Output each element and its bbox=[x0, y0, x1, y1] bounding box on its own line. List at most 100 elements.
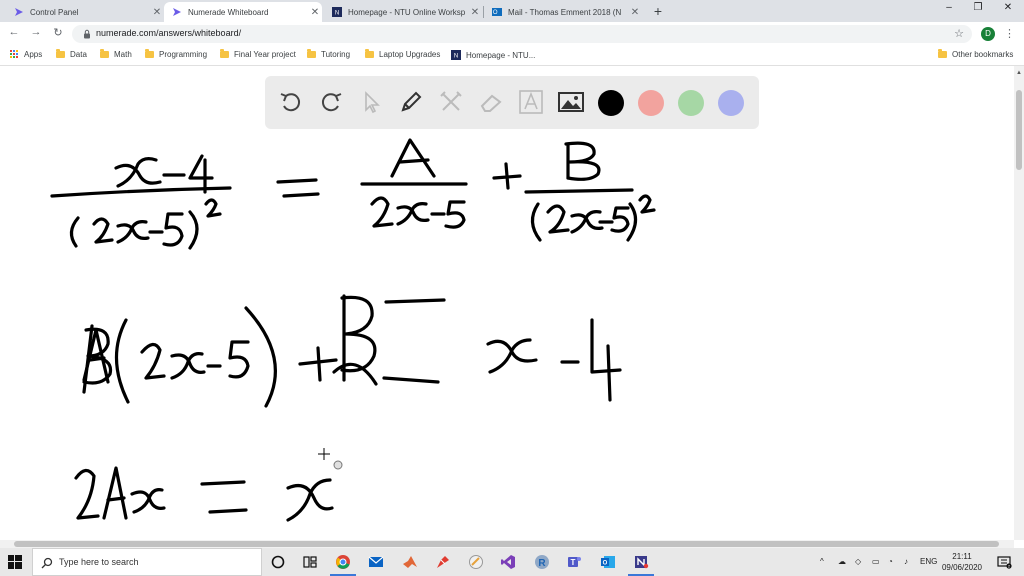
pen-icon[interactable] bbox=[397, 88, 425, 116]
paint-icon[interactable] bbox=[435, 554, 451, 570]
windows-start-icon[interactable] bbox=[8, 555, 22, 569]
bookmark-label: Apps bbox=[24, 50, 43, 59]
bookmark-label: Other bookmarks bbox=[952, 50, 1014, 59]
bookmark-laptop-upgrades[interactable]: Laptop Upgrades bbox=[365, 49, 441, 59]
bookmark-apps[interactable]: Apps bbox=[10, 50, 42, 59]
menu-kebab-icon[interactable]: ⋮ bbox=[1004, 27, 1015, 40]
folder-icon bbox=[307, 49, 316, 58]
close-tab-icon[interactable]: ✕ bbox=[150, 7, 164, 18]
ntu-icon: N bbox=[451, 50, 461, 60]
address-bar[interactable]: numerade.com/answers/whiteboard/ ☆ bbox=[72, 25, 972, 43]
bookmark-math[interactable]: Math bbox=[100, 49, 132, 59]
close-window-button[interactable]: ✕ bbox=[993, 2, 1023, 13]
r-icon[interactable]: R bbox=[534, 554, 550, 570]
svg-text:T: T bbox=[571, 558, 576, 567]
outlook-icon[interactable]: O bbox=[600, 554, 616, 570]
scroll-up-arrow-icon[interactable]: ▲ bbox=[1016, 70, 1022, 76]
maximize-button[interactable]: ❐ bbox=[963, 2, 993, 13]
close-tab-icon[interactable]: ✕ bbox=[468, 7, 482, 18]
chrome-icon[interactable] bbox=[335, 554, 351, 570]
notifications-icon[interactable]: 2 bbox=[996, 554, 1012, 570]
text-icon[interactable] bbox=[517, 88, 545, 116]
tab-separator bbox=[483, 6, 484, 18]
drawing-app-icon[interactable] bbox=[468, 554, 484, 570]
tray-wifi-icon[interactable]: ◔ bbox=[888, 557, 893, 566]
select-icon[interactable] bbox=[357, 88, 385, 116]
svg-text:R: R bbox=[538, 558, 546, 569]
tab-title: Mail - Thomas Emment 2018 (N bbox=[508, 7, 622, 17]
bookmark-ntu-homepage[interactable]: N Homepage - NTU... bbox=[451, 50, 535, 60]
forward-arrow-icon[interactable]: → bbox=[28, 26, 44, 38]
browser-toolbar: ← → ↻ numerade.com/answers/whiteboard/ ☆ bbox=[0, 22, 1024, 46]
color-swatch-purple[interactable] bbox=[718, 90, 744, 116]
browser-tab-strip: Control Panel ✕ Numerade Whiteboard ✕ N … bbox=[0, 0, 1024, 22]
close-tab-icon[interactable]: ✕ bbox=[308, 7, 322, 18]
bookmark-label: Data bbox=[70, 50, 87, 59]
taskbar-clock[interactable]: 21:11 09/06/2020 bbox=[940, 551, 984, 573]
tray-overflow-chevron-icon[interactable]: ^ bbox=[820, 557, 824, 566]
bookmarks-bar: Apps Data Math Programming Final Year pr… bbox=[0, 46, 1024, 66]
eraser-icon[interactable] bbox=[477, 88, 505, 116]
address-url: numerade.com/answers/whiteboard/ bbox=[96, 28, 242, 38]
taskbar-search-box[interactable]: Type here to search bbox=[32, 548, 262, 576]
bookmark-label: Tutoring bbox=[321, 50, 351, 59]
tray-dropbox-icon[interactable]: ◇ bbox=[855, 557, 861, 566]
image-icon[interactable] bbox=[557, 88, 585, 116]
tab-numerade-whiteboard[interactable]: Numerade Whiteboard ✕ bbox=[164, 2, 322, 22]
bookmark-final-year-project[interactable]: Final Year project bbox=[220, 49, 296, 59]
tray-volume-icon[interactable]: ♪ bbox=[904, 557, 908, 566]
bookmark-label: Final Year project bbox=[234, 50, 296, 59]
color-swatch-green[interactable] bbox=[678, 90, 704, 116]
folder-icon bbox=[100, 49, 109, 58]
redo-icon[interactable] bbox=[317, 88, 345, 116]
language-indicator[interactable]: ENG bbox=[920, 557, 937, 566]
bookmark-label: Homepage - NTU... bbox=[466, 50, 536, 60]
clock-time: 21:11 bbox=[952, 552, 972, 561]
new-tab-button[interactable]: + bbox=[651, 3, 665, 19]
horizontal-scrollbar[interactable] bbox=[0, 540, 1014, 548]
task-view-icon[interactable] bbox=[302, 554, 318, 570]
tools-icon[interactable] bbox=[437, 88, 465, 116]
color-swatch-black[interactable] bbox=[598, 90, 624, 116]
folder-icon bbox=[145, 49, 154, 58]
folder-icon bbox=[220, 49, 229, 58]
back-arrow-icon[interactable]: ← bbox=[6, 26, 22, 38]
tab-title: Control Panel bbox=[30, 7, 79, 17]
bookmark-programming[interactable]: Programming bbox=[145, 49, 207, 59]
windows-taskbar: Type here to search R T O ^ ☁ ◇ ▭ ◔ ♪ EN… bbox=[0, 548, 1024, 576]
teams-icon[interactable]: T bbox=[566, 554, 582, 570]
lock-icon bbox=[84, 29, 90, 39]
bookmark-label: Math bbox=[114, 50, 132, 59]
tray-network-icon[interactable]: ▭ bbox=[872, 557, 880, 566]
scrollbar-thumb[interactable] bbox=[14, 541, 999, 547]
whiteboard-canvas[interactable] bbox=[0, 66, 1014, 540]
tray-cloud-icon[interactable]: ☁ bbox=[838, 557, 846, 566]
clock-date: 09/06/2020 bbox=[941, 563, 983, 572]
bookmark-tutoring[interactable]: Tutoring bbox=[307, 49, 351, 59]
other-bookmarks[interactable]: Other bookmarks bbox=[938, 49, 1014, 59]
tab-mail[interactable]: O Mail - Thomas Emment 2018 (N ✕ bbox=[484, 2, 642, 22]
undo-icon[interactable] bbox=[277, 88, 305, 116]
svg-text:N: N bbox=[454, 54, 458, 60]
folder-icon bbox=[365, 49, 374, 58]
visual-studio-icon[interactable] bbox=[500, 554, 516, 570]
bookmark-star-icon[interactable]: ☆ bbox=[954, 27, 964, 40]
tab-ntu-homepage[interactable]: N Homepage - NTU Online Worksp ✕ bbox=[324, 2, 482, 22]
cortana-icon[interactable] bbox=[270, 554, 286, 570]
color-swatch-pink[interactable] bbox=[638, 90, 664, 116]
bookmark-label: Laptop Upgrades bbox=[379, 50, 441, 59]
profile-avatar[interactable]: D bbox=[981, 27, 995, 41]
svg-text:N: N bbox=[335, 11, 339, 17]
crosshair-cursor-icon bbox=[318, 448, 343, 470]
vertical-scrollbar[interactable]: ▲ bbox=[1014, 66, 1024, 540]
close-tab-icon[interactable]: ✕ bbox=[628, 7, 642, 18]
reload-icon[interactable]: ↻ bbox=[50, 26, 66, 39]
mail-icon[interactable] bbox=[368, 554, 384, 570]
scrollbar-thumb[interactable] bbox=[1016, 90, 1022, 170]
tab-control-panel[interactable]: Control Panel ✕ bbox=[6, 2, 164, 22]
bookmark-data[interactable]: Data bbox=[56, 49, 87, 59]
matlab-icon[interactable] bbox=[402, 554, 418, 570]
folder-icon bbox=[938, 49, 947, 58]
minimize-button[interactable]: – bbox=[934, 2, 964, 13]
numerade-icon[interactable] bbox=[633, 554, 649, 570]
